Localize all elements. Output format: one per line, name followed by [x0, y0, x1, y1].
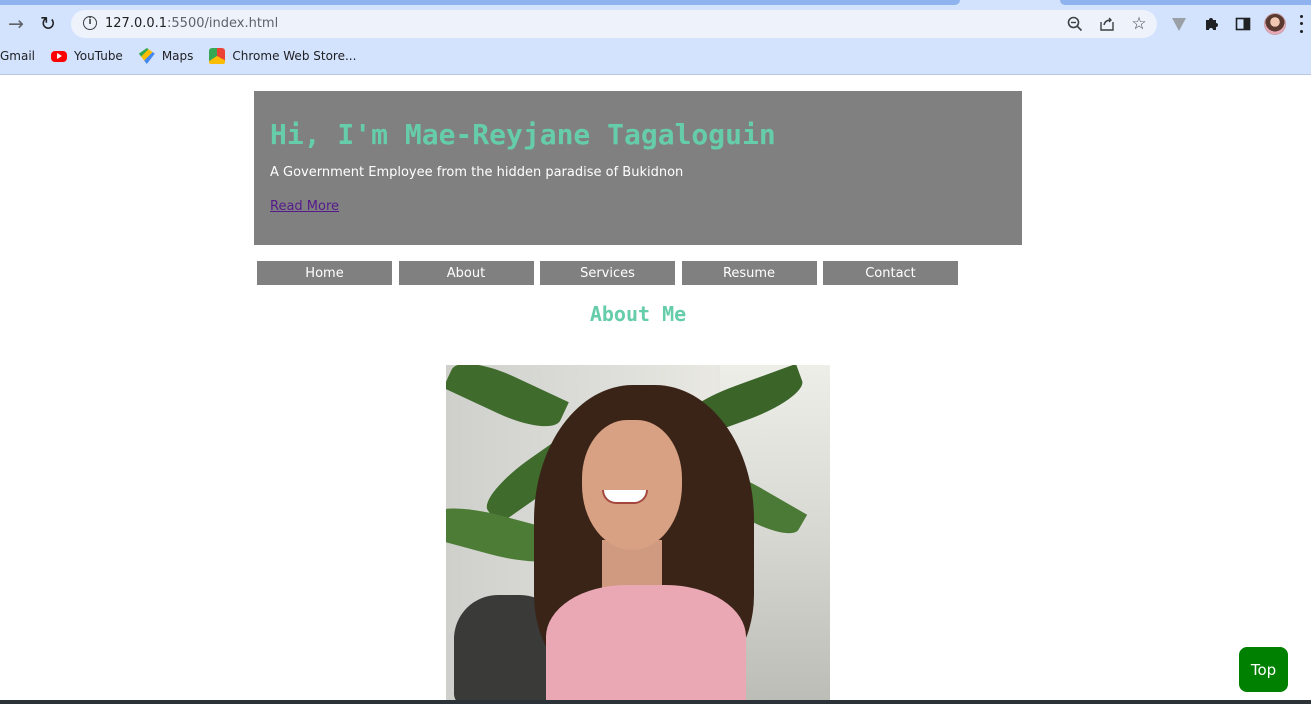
plant-leaf	[446, 365, 569, 439]
site-nav: Home About Services Resume Contact	[257, 261, 965, 285]
bookmark-maps[interactable]: Maps	[138, 48, 194, 64]
bookmark-youtube[interactable]: YouTube	[51, 49, 123, 63]
side-panel-icon[interactable]	[1233, 14, 1253, 34]
hero-subtitle: A Government Employee from the hidden pa…	[270, 165, 684, 180]
bookmark-label: YouTube	[74, 49, 123, 63]
bookmark-label: Gmail	[0, 49, 36, 63]
nav-contact[interactable]: Contact	[823, 261, 958, 285]
site-info-icon[interactable]: i	[83, 16, 97, 30]
back-to-top-button[interactable]: Top	[1239, 647, 1288, 692]
about-section-title: About Me	[589, 302, 687, 326]
profile-photo	[446, 365, 830, 700]
nav-services[interactable]: Services	[540, 261, 675, 285]
url-path: :5500/index.html	[167, 16, 279, 31]
bookmark-gmail[interactable]: Gmail	[0, 49, 35, 63]
url-text[interactable]: 127.0.0.1:5500/index.html	[105, 16, 278, 31]
bookmark-label: Maps	[161, 49, 194, 63]
url-host: 127.0.0.1	[105, 16, 168, 31]
chrome-web-store-icon	[209, 48, 226, 64]
hero-banner: Hi, I'm Mae-Reyjane Tagaloguin A Governm…	[254, 91, 1022, 245]
bookmark-star-icon[interactable]: ☆	[1129, 14, 1149, 34]
browser-chrome: → ↻ i 127.0.0.1:5500/index.html ☆ Gmail …	[0, 0, 1311, 75]
bookmark-chrome-web-store[interactable]: Chrome Web Store...	[209, 48, 356, 64]
read-more-link[interactable]: Read More	[270, 199, 339, 214]
browser-menu-icon[interactable]	[1296, 13, 1306, 35]
hero-title: Hi, I'm Mae-Reyjane Tagaloguin	[270, 118, 776, 151]
zoom-icon[interactable]	[1065, 14, 1085, 34]
share-icon[interactable]	[1097, 14, 1117, 34]
maps-icon	[138, 48, 155, 64]
nav-resume[interactable]: Resume	[681, 261, 817, 285]
smile	[602, 490, 648, 504]
profile-avatar[interactable]	[1264, 13, 1286, 35]
pink-dress	[546, 585, 746, 700]
youtube-icon	[51, 50, 68, 62]
taskbar-edge	[0, 700, 1311, 704]
address-bar[interactable]: i 127.0.0.1:5500/index.html ☆	[71, 10, 1157, 38]
extensions-puzzle-icon[interactable]	[1201, 14, 1221, 34]
tab-strip-right	[1060, 0, 1311, 5]
bookmarks-bar: Gmail YouTube Maps Chrome Web Store...	[0, 45, 372, 67]
nav-about[interactable]: About	[398, 261, 534, 285]
reload-icon[interactable]: ↻	[36, 12, 60, 36]
face	[582, 420, 682, 550]
tab-strip	[0, 0, 960, 5]
bookmark-label: Chrome Web Store...	[232, 49, 357, 63]
nav-home[interactable]: Home	[257, 261, 392, 285]
back-arrow-icon[interactable]: →	[4, 12, 28, 36]
vpn-extension-icon[interactable]	[1169, 14, 1189, 34]
